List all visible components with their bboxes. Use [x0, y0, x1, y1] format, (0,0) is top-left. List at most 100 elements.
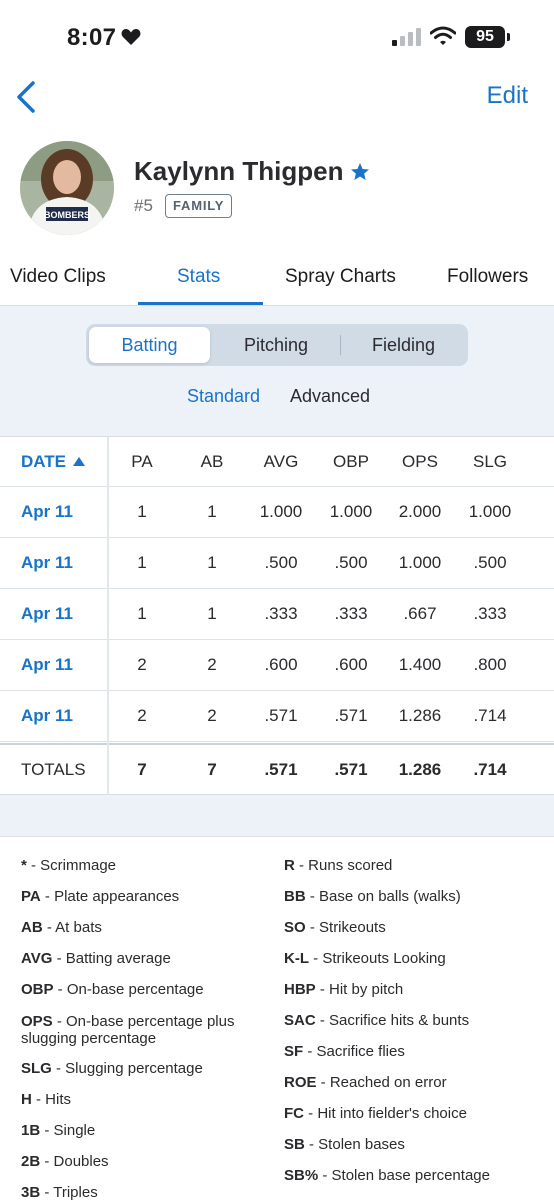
- table-row[interactable]: Apr 11 1 1 .333 .333 .667 .333: [0, 589, 554, 640]
- tab-spray-charts[interactable]: Spray Charts: [285, 266, 396, 288]
- cell-avg: .333: [264, 604, 298, 623]
- avatar-photo: BOMBERS: [20, 141, 114, 235]
- column-header-ab[interactable]: AB: [187, 437, 237, 486]
- glossary-item: 1B - Single: [21, 1122, 96, 1139]
- cell-ops: 1.286: [398, 706, 442, 725]
- cell-obp: .500: [334, 553, 368, 572]
- cell-obp: .333: [334, 604, 368, 623]
- stat-type-segmented-control: Batting Pitching Fielding: [86, 324, 468, 366]
- status-time: 8:07: [67, 24, 117, 51]
- cell-slg: .333: [473, 604, 507, 623]
- frozen-column-divider: [107, 437, 109, 795]
- cellular-signal-icon: [392, 28, 421, 46]
- battery-icon: 95: [465, 26, 505, 48]
- stats-filter-panel: Batting Pitching Fielding Standard Advan…: [0, 306, 554, 436]
- cell-avg: 1.000: [259, 502, 303, 521]
- date-header-label: DATE: [21, 451, 67, 471]
- totals-label: TOTALS: [21, 759, 86, 779]
- column-header-obp[interactable]: OBP: [320, 437, 382, 486]
- table-header-row: DATE PA AB AVG OBP OPS SLG: [0, 437, 554, 487]
- glossary-item: K-L - Strikeouts Looking: [284, 950, 446, 967]
- glossary-item: * - Scrimmage: [21, 857, 117, 874]
- player-name: Kaylynn Thigpen: [134, 156, 344, 186]
- cell-pa: 1: [137, 553, 147, 572]
- tab-stats[interactable]: Stats: [177, 266, 220, 288]
- cell-obp: 1.000: [329, 502, 373, 521]
- tab-followers[interactable]: Followers: [447, 266, 528, 288]
- cell-ab: 1: [207, 553, 217, 572]
- segment-divider: [340, 335, 341, 355]
- glossary-item: ROE - Reached on error: [284, 1074, 447, 1091]
- glossary-item: OPS - On-base percentage plus slugging p…: [21, 1013, 235, 1047]
- back-chevron-icon[interactable]: [14, 80, 40, 114]
- tab-video-clips[interactable]: Video Clips: [10, 266, 106, 288]
- column-header-date[interactable]: DATE: [21, 437, 86, 486]
- total-ops: 1.286: [398, 759, 442, 779]
- glossary-item: SB - Stolen bases: [284, 1136, 405, 1153]
- cell-ops: 1.400: [398, 655, 442, 674]
- cell-date[interactable]: Apr 11: [21, 640, 73, 690]
- cell-pa: 2: [137, 706, 147, 725]
- cell-slg: .500: [473, 553, 507, 572]
- cell-pa: 1: [137, 502, 147, 521]
- cell-slg: .714: [473, 706, 507, 725]
- profile-tabs: Video Clips Stats Spray Charts Followers: [0, 250, 554, 306]
- table-row[interactable]: Apr 11 1 1 1.000 1.000 2.000 1.000: [0, 487, 554, 538]
- avatar-shirt-text: BOMBERS: [44, 210, 90, 220]
- edit-button[interactable]: Edit: [487, 82, 528, 110]
- batting-stats-table: DATE PA AB AVG OBP OPS SLG Apr 11 1 1 1.…: [0, 436, 554, 795]
- subtab-standard[interactable]: Standard: [187, 386, 260, 407]
- table-row[interactable]: Apr 11 2 2 .600 .600 1.400 .800: [0, 640, 554, 691]
- active-tab-indicator: [138, 302, 263, 305]
- sort-ascending-icon: [73, 457, 86, 466]
- cell-ops: 2.000: [398, 502, 442, 521]
- glossary-item: 2B - Doubles: [21, 1153, 109, 1170]
- glossary-item: SO - Strikeouts: [284, 919, 386, 936]
- cell-date[interactable]: Apr 11: [21, 691, 73, 741]
- star-icon[interactable]: [350, 162, 370, 182]
- segment-pitching[interactable]: Pitching: [213, 327, 339, 363]
- table-row[interactable]: Apr 11 2 2 .571 .571 1.286 .714: [0, 691, 554, 742]
- total-avg: .571: [264, 759, 298, 779]
- cell-avg: .571: [264, 706, 298, 725]
- total-ab: 7: [207, 759, 217, 779]
- stats-glossary: * - Scrimmage PA - Plate appearances AB …: [0, 838, 554, 1200]
- glossary-item: PA - Plate appearances: [21, 888, 180, 905]
- total-pa: 7: [137, 759, 147, 779]
- glossary-item: BB - Base on balls (walks): [284, 888, 461, 905]
- segment-fielding[interactable]: Fielding: [342, 327, 465, 363]
- glossary-item: AVG - Batting average: [21, 950, 171, 967]
- glossary-item: SF - Sacrifice flies: [284, 1043, 405, 1060]
- glossary-item: H - Hits: [21, 1091, 72, 1108]
- cell-avg: .500: [264, 553, 298, 572]
- column-header-avg[interactable]: AVG: [250, 437, 312, 486]
- column-header-pa[interactable]: PA: [117, 437, 167, 486]
- cell-date[interactable]: Apr 11: [21, 538, 73, 588]
- table-row[interactable]: Apr 11 1 1 .500 .500 1.000 .500: [0, 538, 554, 589]
- subtab-advanced[interactable]: Advanced: [290, 386, 370, 407]
- status-bar: 8:07 95: [0, 0, 554, 70]
- cell-pa: 1: [137, 604, 147, 623]
- cell-date[interactable]: Apr 11: [21, 487, 73, 537]
- glossary-item: 3B - Triples: [21, 1184, 98, 1200]
- segment-batting[interactable]: Batting: [89, 327, 210, 363]
- cell-ops: .667: [403, 604, 437, 623]
- total-slg: .714: [473, 759, 507, 779]
- cell-pa: 2: [137, 655, 147, 674]
- glossary-item: HBP - Hit by pitch: [284, 981, 404, 998]
- cell-ab: 2: [207, 706, 217, 725]
- avatar: BOMBERS: [20, 141, 114, 235]
- column-header-ops[interactable]: OPS: [389, 437, 451, 486]
- jersey-number: #5: [134, 196, 153, 215]
- totals-row: TOTALS 7 7 .571 .571 1.286 .714: [0, 743, 554, 795]
- cell-obp: .600: [334, 655, 368, 674]
- cell-date[interactable]: Apr 11: [21, 589, 73, 639]
- cell-ab: 2: [207, 655, 217, 674]
- total-obp: .571: [334, 759, 368, 779]
- cell-ops: 1.000: [398, 553, 442, 572]
- cell-avg: .600: [264, 655, 298, 674]
- heart-icon: [121, 29, 141, 45]
- role-badge: FAMILY: [165, 194, 233, 218]
- glossary-item: SLG - Slugging percentage: [21, 1060, 203, 1077]
- column-header-slg[interactable]: SLG: [459, 437, 521, 486]
